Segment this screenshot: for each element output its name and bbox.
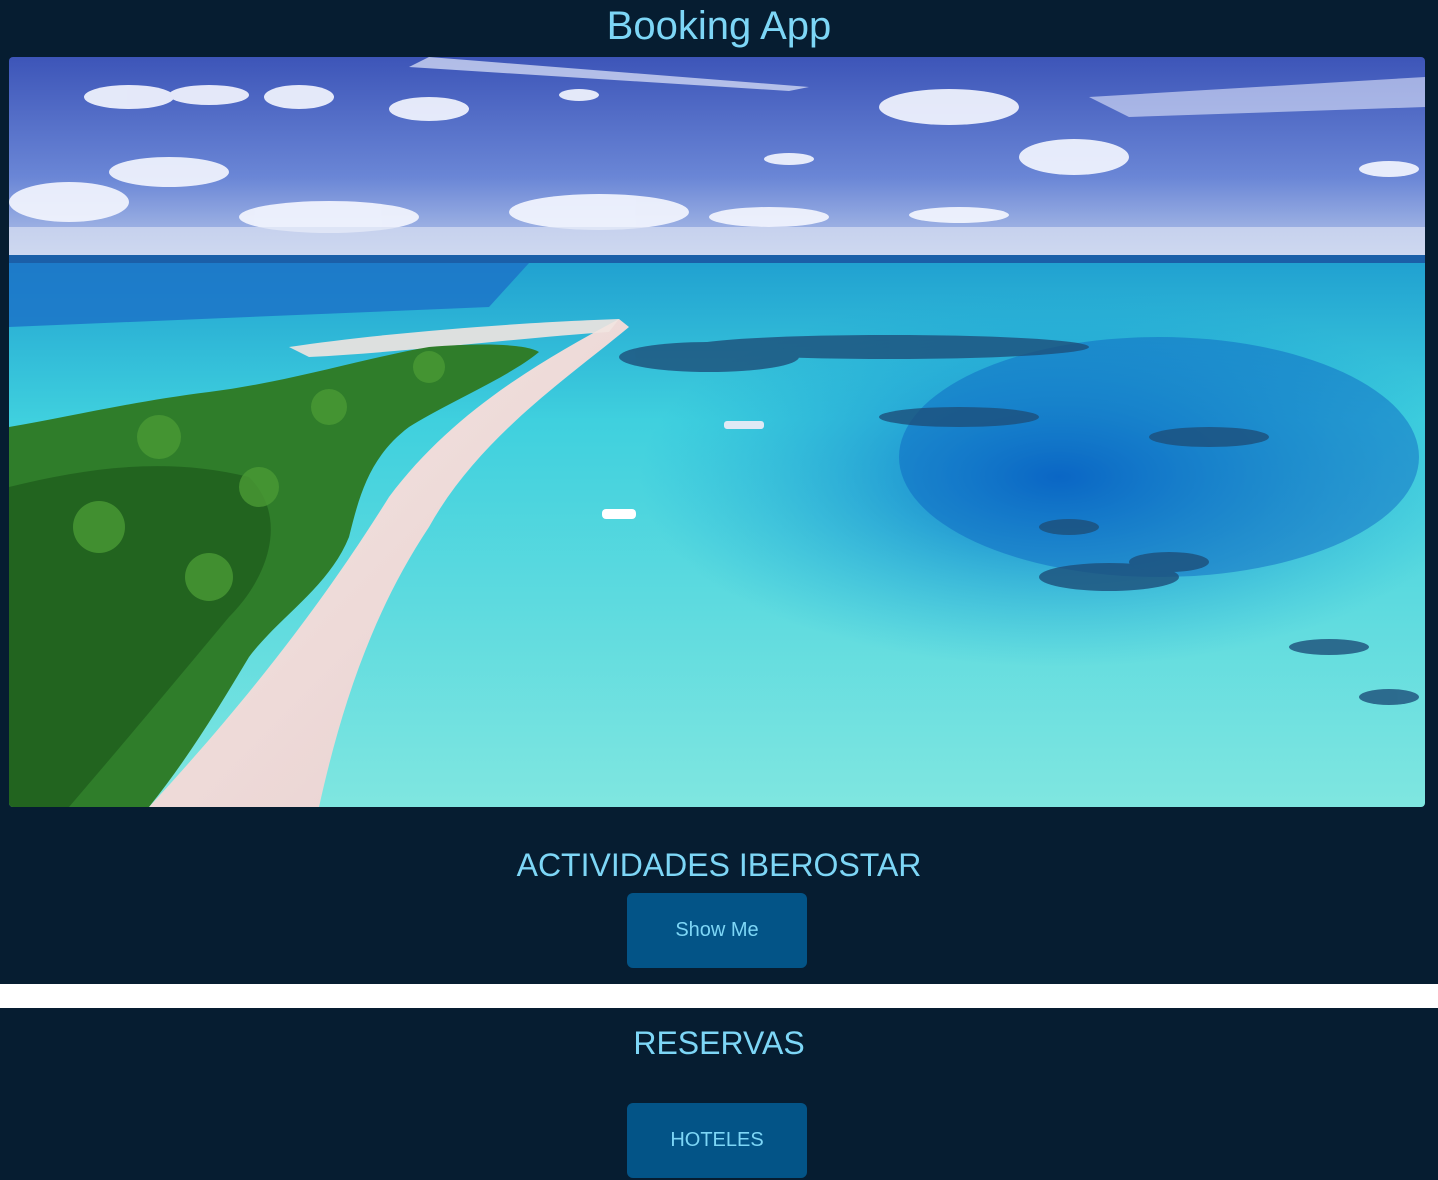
- app-title: Booking App: [606, 4, 832, 48]
- section-divider: [0, 984, 1438, 1008]
- show-me-button[interactable]: Show Me: [627, 893, 807, 968]
- hero-image: [9, 57, 1425, 807]
- reservations-heading: RESERVAS: [633, 1025, 805, 1061]
- activities-heading: ACTIVIDADES IBEROSTAR: [516, 847, 922, 883]
- page: Booking App ACTIVIDADES IBEROSTAR Show M…: [0, 0, 1438, 1180]
- hoteles-button[interactable]: HOTELES: [627, 1103, 807, 1178]
- reservations-section: RESERVAS HOTELES: [0, 1008, 1438, 1180]
- activities-section: Booking App ACTIVIDADES IBEROSTAR Show M…: [0, 0, 1438, 984]
